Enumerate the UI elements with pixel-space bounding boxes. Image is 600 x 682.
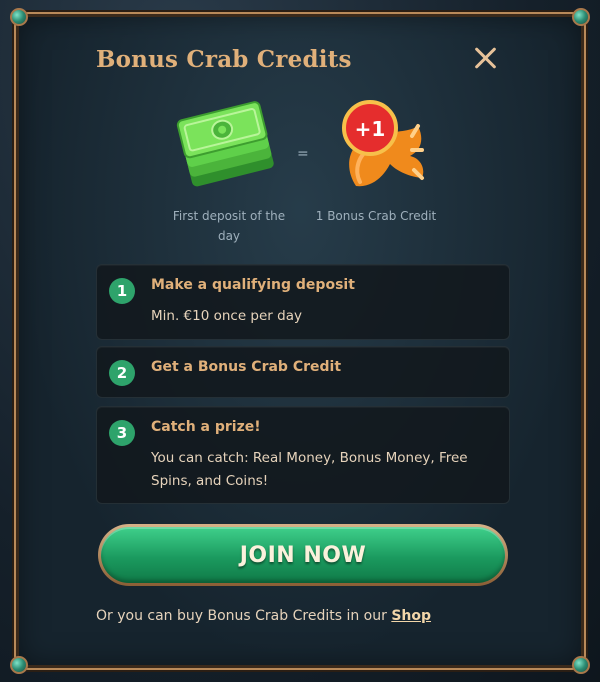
shop-footer: Or you can buy Bonus Crab Credits in our… [96, 608, 431, 624]
step-title: Get a Bonus Crab Credit [151, 359, 342, 375]
step-card-1: 1 Make a qualifying deposit Min. €10 onc… [96, 264, 510, 340]
bonus-crab-credits-modal: Bonus Crab Credits = +1 First deposit of… [10, 8, 590, 674]
cash-stack-icon [172, 100, 282, 194]
step-description: You can catch: Real Money, Bonus Money, … [151, 450, 468, 489]
shop-link[interactable]: Shop [391, 608, 431, 624]
step-number-badge: 3 [109, 420, 135, 446]
step-card-2: 2 Get a Bonus Crab Credit [96, 346, 510, 398]
step-description: Min. €10 once per day [151, 308, 302, 324]
corner-gem [10, 656, 28, 674]
join-now-button[interactable]: JOIN NOW [98, 524, 508, 586]
deposit-equation: = +1 First deposit of the day 1 Bonus Cr… [16, 100, 588, 250]
corner-gem [572, 656, 590, 674]
join-now-label: JOIN NOW [101, 527, 505, 583]
step-title: Catch a prize! [151, 419, 261, 435]
close-icon[interactable] [472, 44, 500, 72]
first-deposit-caption: First deposit of the day [172, 209, 286, 243]
bonus-credit-caption: 1 Bonus Crab Credit [315, 209, 437, 223]
step-title: Make a qualifying deposit [151, 277, 355, 293]
modal-title: Bonus Crab Credits [96, 46, 352, 73]
corner-gem [572, 8, 590, 26]
step-number-badge: 1 [109, 278, 135, 304]
footer-text: Or you can buy Bonus Crab Credits in our [96, 608, 387, 624]
step-card-3: 3 Catch a prize! You can catch: Real Mon… [96, 406, 510, 504]
step-number-badge: 2 [109, 360, 135, 386]
corner-gem [10, 8, 28, 26]
plus-one-badge: +1 [355, 117, 386, 141]
equals-sign: = [297, 146, 309, 162]
crab-claw-icon: +1 [326, 98, 436, 202]
